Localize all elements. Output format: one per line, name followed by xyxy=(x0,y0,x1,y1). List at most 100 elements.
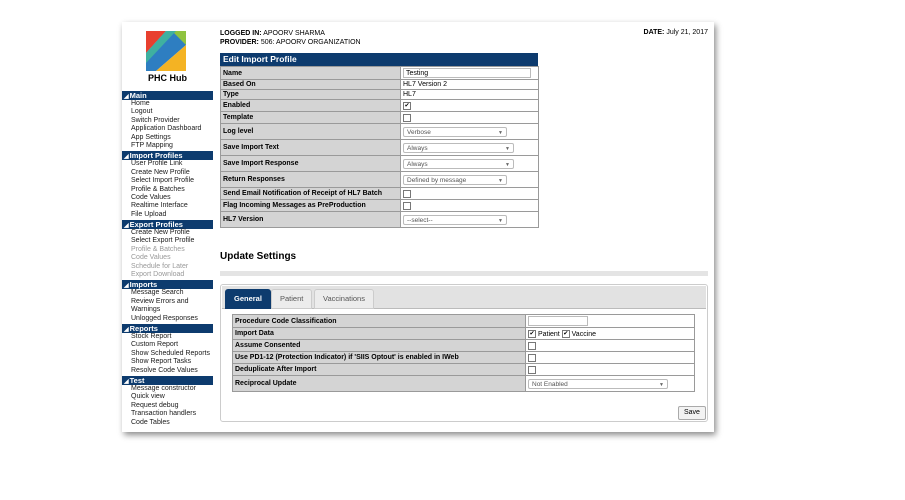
sidebar-item[interactable]: Select Export Profile xyxy=(122,237,213,245)
sidebar: PHC Hub ◢Main Home Logout Switch Provider Ap… xyxy=(122,22,213,432)
brand-name: PHC Hub xyxy=(148,73,187,83)
pd1-checkbox[interactable] xyxy=(528,353,536,362)
save-text-label: Save Import Text xyxy=(220,139,401,156)
sidebar-item[interactable]: FTP Mapping xyxy=(122,142,213,150)
hl7-version-select[interactable]: --select-- ▼ xyxy=(403,214,507,225)
sidebar-section-header[interactable]: ◢Test xyxy=(122,375,213,385)
sidebar-item[interactable]: Warnings xyxy=(122,306,213,314)
import-data-label: Import Data xyxy=(232,327,526,340)
template-label: Template xyxy=(220,111,401,124)
sidebar-item[interactable]: App Settings xyxy=(122,134,213,142)
sidebar-item[interactable]: Resolve Code Values xyxy=(122,367,213,375)
sidebar-item[interactable]: Create New Profile xyxy=(122,169,213,177)
tab-patient[interactable]: Patient xyxy=(271,289,313,309)
return-responses-select[interactable]: Defined by message ▼ xyxy=(403,174,507,185)
sidebar-item[interactable]: Select Import Profile xyxy=(122,177,213,185)
send-email-checkbox[interactable] xyxy=(403,189,411,198)
chevron-down-icon: ▼ xyxy=(498,177,503,184)
import-patient-label: Patient xyxy=(537,330,560,338)
provider-label: PROVIDER: xyxy=(220,39,259,46)
sidebar-item[interactable]: Request debug xyxy=(122,402,213,410)
logged-in-label: LOGGED IN: xyxy=(220,30,262,37)
logged-in-user: APOORV SHARMA xyxy=(263,30,325,37)
divider xyxy=(220,271,708,276)
reciprocal-label: Reciprocal Update xyxy=(232,375,526,392)
sidebar-item[interactable]: Stock Report xyxy=(122,333,213,341)
sidebar-item[interactable]: Show Scheduled Reports xyxy=(122,350,213,358)
dedupe-label: Deduplicate After Import xyxy=(232,363,526,376)
tab-general[interactable]: General xyxy=(225,289,271,309)
reciprocal-select[interactable]: Not Enabled ▼ xyxy=(528,378,668,389)
template-checkbox[interactable] xyxy=(403,113,411,122)
sidebar-item[interactable]: Review Errors and xyxy=(122,298,213,306)
save-button[interactable]: Save xyxy=(678,406,706,420)
sidebar-section-title: Reports xyxy=(129,323,158,333)
sidebar-item[interactable]: Logout xyxy=(122,108,213,116)
sidebar-section-header[interactable]: ◢Main xyxy=(122,91,213,100)
sidebar-item[interactable]: Application Dashboard xyxy=(122,125,213,133)
assume-consented-checkbox[interactable] xyxy=(528,341,536,350)
name-label: Name xyxy=(220,66,401,80)
import-vaccine-checkbox[interactable]: ✔ xyxy=(561,329,570,338)
sidebar-section-header[interactable]: ◢Reports xyxy=(122,323,213,333)
sidebar-item[interactable]: File Upload xyxy=(122,211,213,219)
sidebar-item[interactable]: Quick view xyxy=(122,393,213,401)
sidebar-section-header[interactable]: ◢Export Profiles xyxy=(122,220,213,230)
sidebar-item[interactable]: User Profile Link xyxy=(122,160,213,168)
sidebar-section-header[interactable]: ◢Import Profiles xyxy=(122,151,213,161)
save-response-value: Always xyxy=(407,160,428,168)
sidebar-section-title: Export Profiles xyxy=(129,220,183,230)
triangle-icon: ◢ xyxy=(124,378,129,385)
proc-code-input[interactable] xyxy=(528,316,588,326)
triangle-icon: ◢ xyxy=(124,154,129,161)
sidebar-section-title: Import Profiles xyxy=(129,151,183,161)
sidebar-item[interactable]: Code Tables xyxy=(122,419,213,427)
sidebar-item[interactable]: Home xyxy=(122,100,213,108)
app-window: PHC Hub ◢Main Home Logout Switch Provider Ap… xyxy=(122,22,714,432)
settings-panel: General Patient Vaccinations Procedure C… xyxy=(220,284,708,422)
dedupe-checkbox[interactable] xyxy=(528,365,536,374)
enabled-label: Enabled xyxy=(220,99,401,112)
import-patient-checkbox[interactable]: ✔ xyxy=(528,329,536,338)
sidebar-item[interactable]: Message Search xyxy=(122,289,213,297)
sidebar-item[interactable]: Show Report Tasks xyxy=(122,358,213,366)
import-vaccine-label: Vaccine xyxy=(571,330,597,338)
sidebar-item: Schedule for Later xyxy=(131,262,189,270)
log-level-value: Verbose xyxy=(407,128,431,136)
name-input[interactable]: Testing xyxy=(403,68,531,78)
sidebar-item[interactable]: Switch Provider xyxy=(122,117,213,125)
save-text-value: Always xyxy=(407,144,428,152)
tab-vaccinations[interactable]: Vaccinations xyxy=(314,289,374,309)
sidebar-section-title: Test xyxy=(129,375,145,385)
pd1-label: Use PD1-12 (Protection Indicator) if 'SI… xyxy=(232,351,526,364)
log-level-select[interactable]: Verbose ▼ xyxy=(403,126,507,137)
sidebar-item[interactable]: Create New Profile xyxy=(122,229,213,237)
hl7-version-label: HL7 Version xyxy=(220,211,401,228)
flag-preprod-checkbox[interactable] xyxy=(403,201,411,210)
triangle-icon: ◢ xyxy=(124,223,129,230)
sidebar-item[interactable]: Unlogged Responses xyxy=(122,315,213,323)
sidebar-item[interactable]: Profile & Batches xyxy=(122,186,213,194)
sidebar-section-header[interactable]: ◢Imports xyxy=(122,280,213,290)
sidebar-item[interactable]: Transaction handlers xyxy=(122,410,213,418)
provider-name: 506: APOORV ORGANIZATION xyxy=(260,39,361,46)
edit-profile-title: Edit Import Profile xyxy=(220,53,538,66)
sidebar-item: Code Values xyxy=(131,254,171,262)
send-email-label: Send Email Notification of Receipt of HL… xyxy=(220,187,401,200)
sidebar-item[interactable]: Realtime Interface xyxy=(122,202,213,210)
phc-hub-logo xyxy=(146,31,186,71)
sidebar-item[interactable]: Message constructor xyxy=(122,385,213,393)
save-response-select[interactable]: Always ▼ xyxy=(403,158,514,169)
save-text-select[interactable]: Always ▼ xyxy=(403,142,514,153)
sidebar-section-title: Imports xyxy=(129,280,158,290)
session-info: LOGGED IN: APOORV SHARMA PROVIDER: 506: … xyxy=(220,29,361,47)
proc-code-label: Procedure Code Classification xyxy=(232,314,526,328)
sidebar-item[interactable]: Custom Report xyxy=(122,341,213,349)
chevron-down-icon: ▼ xyxy=(498,217,503,224)
assume-consented-label: Assume Consented xyxy=(232,339,526,352)
sidebar-item[interactable]: Code Values xyxy=(122,194,213,202)
reciprocal-value: Not Enabled xyxy=(532,380,568,388)
enabled-checkbox[interactable]: ✔ xyxy=(403,101,411,110)
return-responses-value: Defined by message xyxy=(407,176,467,184)
based-on-value: HL7 Version 2 xyxy=(400,79,539,90)
